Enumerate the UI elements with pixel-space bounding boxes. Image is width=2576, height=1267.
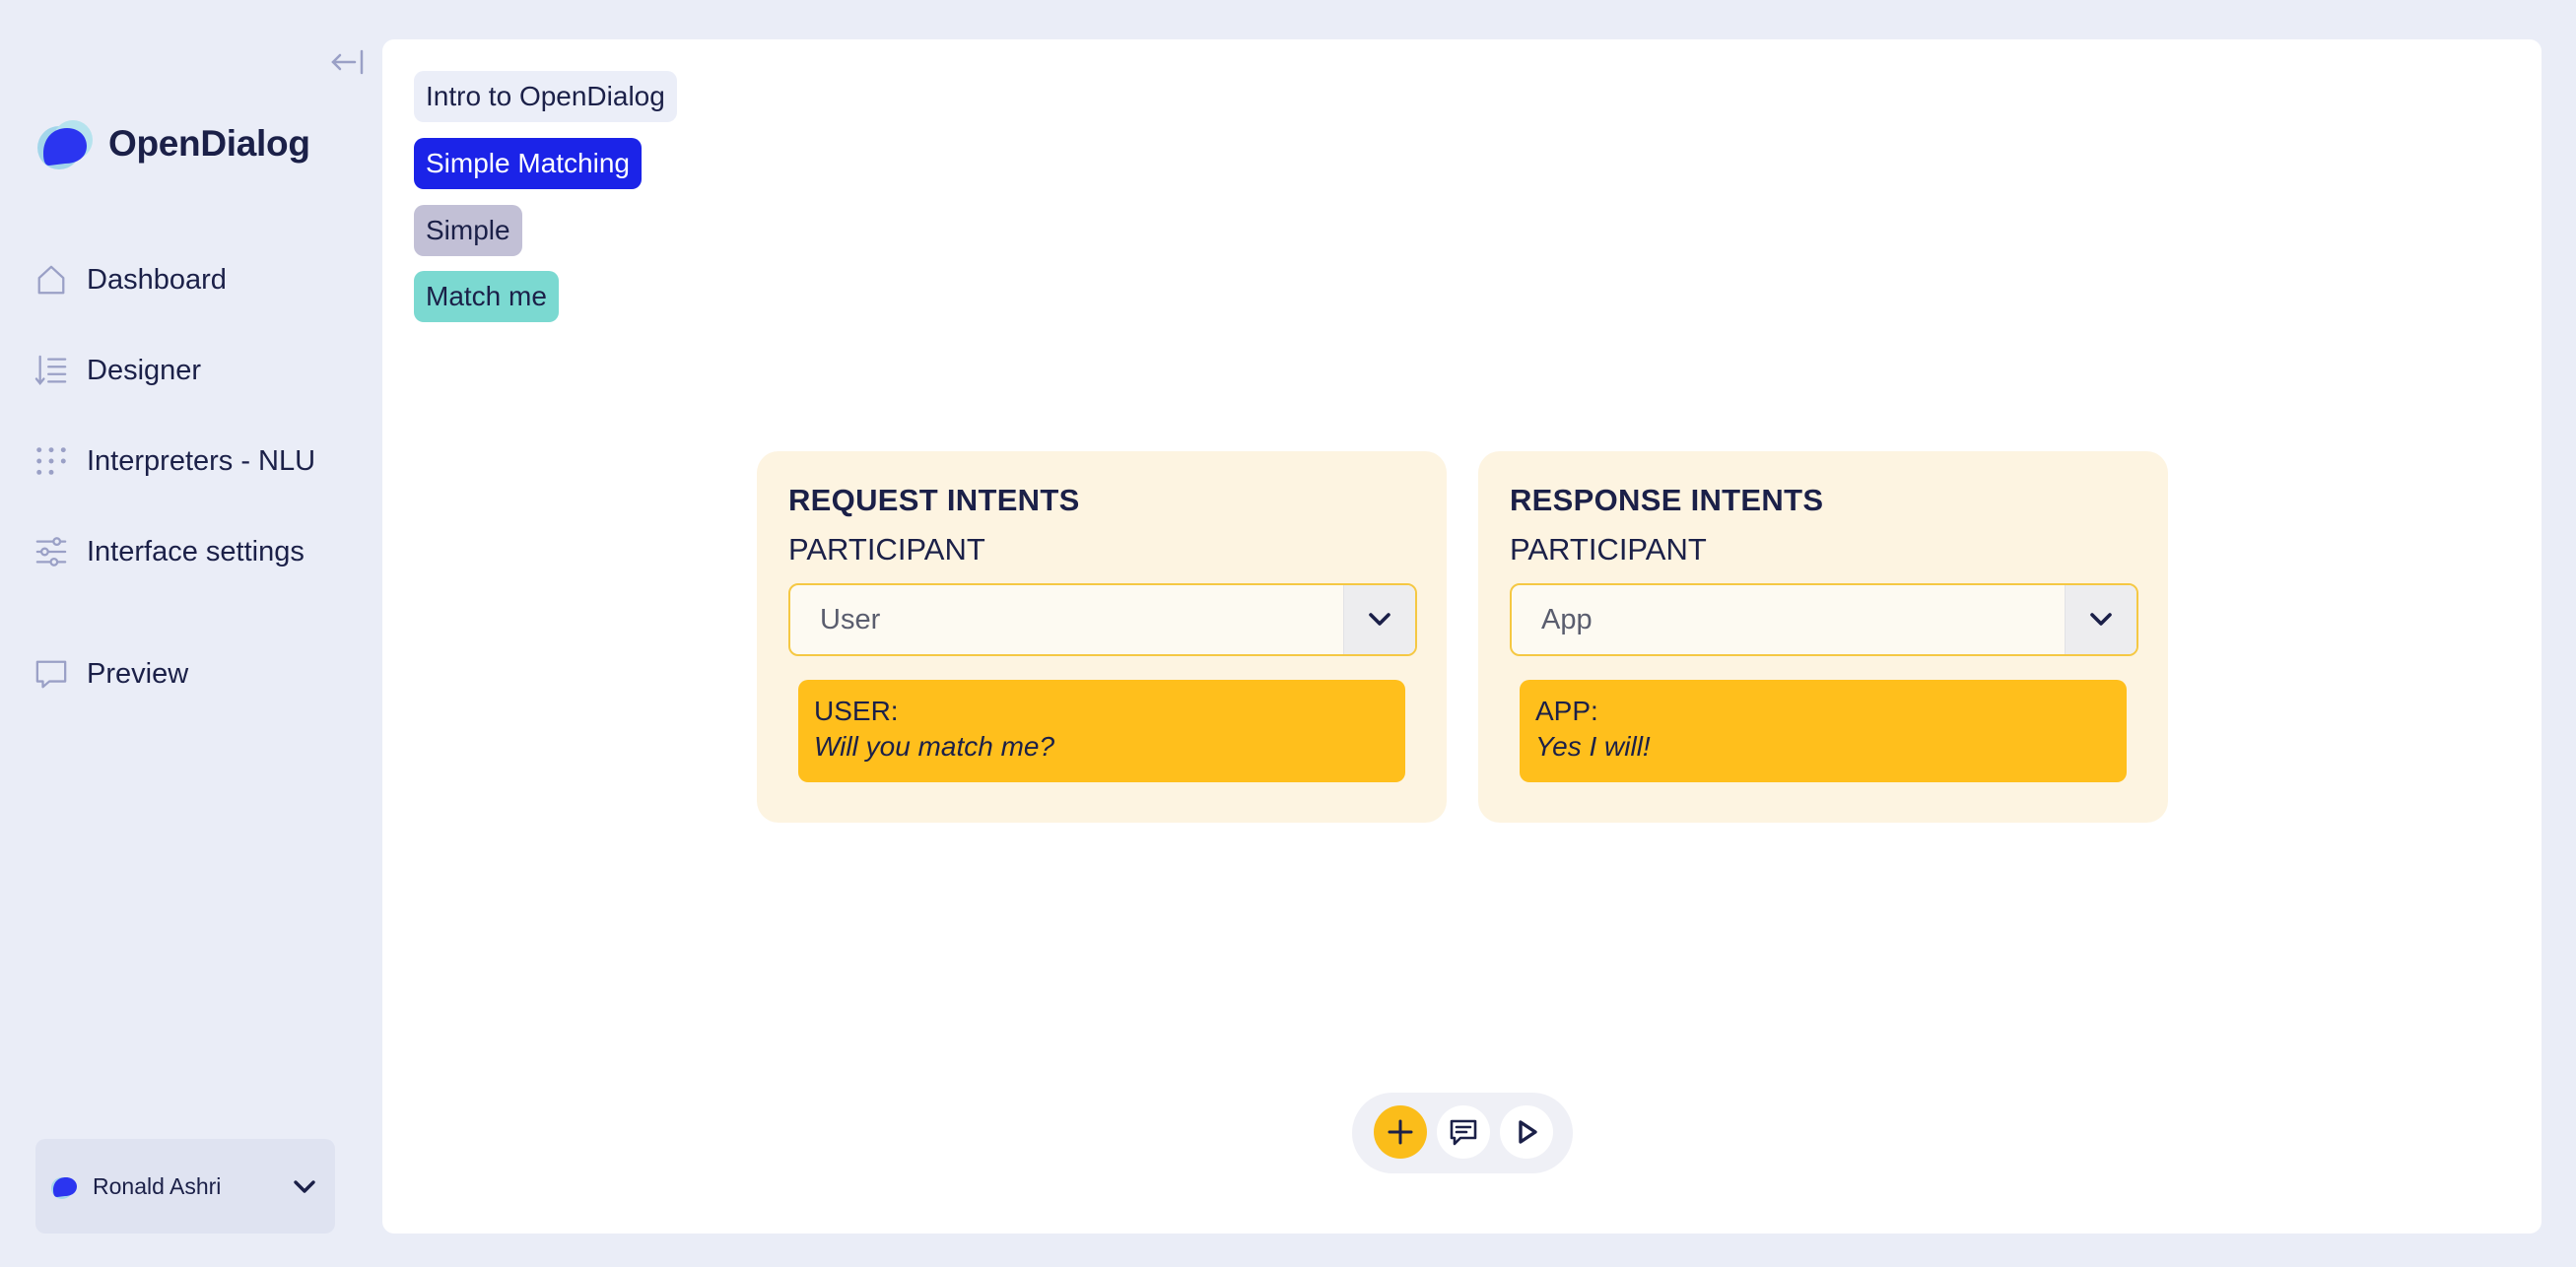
- sliders-icon: [34, 534, 69, 569]
- sidebar-item-dashboard[interactable]: Dashboard: [34, 250, 369, 309]
- select-dropdown-button[interactable]: [2065, 585, 2136, 654]
- designer-canvas: Intro to OpenDialog Simple Matching Simp…: [382, 39, 2542, 1234]
- collapse-sidebar-icon[interactable]: [327, 45, 367, 79]
- intent-text: Will you match me?: [814, 731, 1055, 762]
- sidebar: OpenDialog Dashboard Designer Interprete…: [0, 0, 382, 1267]
- user-menu[interactable]: Ronald Ashri: [35, 1139, 335, 1234]
- plus-icon: [1388, 1119, 1413, 1145]
- sidebar-item-label: Designer: [87, 354, 202, 386]
- sidebar-item-label: Dashboard: [87, 263, 227, 296]
- response-intents-card: RESPONSE INTENTS PARTICIPANT App APP: Ye…: [1478, 451, 2168, 823]
- response-participant-select[interactable]: App: [1510, 583, 2138, 656]
- play-button[interactable]: [1500, 1105, 1553, 1159]
- avatar: [51, 1177, 77, 1199]
- play-icon: [1519, 1120, 1537, 1144]
- turn-chip[interactable]: Match me: [414, 271, 559, 322]
- chevron-down-icon: [2090, 613, 2112, 626]
- home-icon: [34, 262, 69, 298]
- request-intents-card: REQUEST INTENTS PARTICIPANT User USER: W…: [757, 451, 1447, 823]
- comments-button[interactable]: [1437, 1105, 1490, 1159]
- sidebar-item-interface-settings[interactable]: Interface settings: [34, 522, 369, 581]
- sidebar-item-preview[interactable]: Preview: [34, 644, 369, 703]
- response-intent[interactable]: APP: Yes I will!: [1520, 680, 2127, 782]
- select-value: User: [820, 604, 881, 635]
- intent-speaker: USER:: [814, 696, 899, 726]
- user-name: Ronald Ashri: [93, 1172, 222, 1199]
- intent-speaker: APP:: [1535, 696, 1598, 726]
- floating-toolbar: [1352, 1093, 1573, 1173]
- select-value: App: [1541, 604, 1593, 635]
- sidebar-item-label: Interface settings: [87, 535, 305, 567]
- monitor-icon: [34, 656, 69, 692]
- request-participant-select[interactable]: User: [788, 583, 1417, 656]
- sidebar-item-designer[interactable]: Designer: [34, 341, 369, 400]
- sidebar-item-label: Preview: [87, 657, 189, 690]
- designer-icon: [34, 353, 69, 388]
- scene-chip[interactable]: Simple: [414, 205, 522, 256]
- dots-grid-icon: [34, 443, 69, 479]
- sidebar-item-label: Interpreters - NLU: [87, 444, 316, 477]
- response-intents-title: RESPONSE INTENTS: [1510, 483, 1824, 517]
- participant-label: PARTICIPANT: [1510, 532, 1707, 567]
- request-intents-title: REQUEST INTENTS: [788, 483, 1080, 517]
- brand-logo[interactable]: OpenDialog: [35, 112, 310, 175]
- chat-icon: [1450, 1119, 1477, 1146]
- sidebar-item-interpreters[interactable]: Interpreters - NLU: [34, 432, 369, 491]
- chevron-down-icon: [1369, 613, 1390, 626]
- intent-text: Yes I will!: [1535, 731, 1651, 762]
- add-button[interactable]: [1374, 1105, 1427, 1159]
- request-intent[interactable]: USER: Will you match me?: [798, 680, 1405, 782]
- scenario-chip[interactable]: Intro to OpenDialog: [414, 71, 677, 122]
- select-dropdown-button[interactable]: [1343, 585, 1415, 654]
- opendialog-logo-icon: [37, 120, 93, 169]
- conversation-chip[interactable]: Simple Matching: [414, 138, 642, 189]
- participant-label: PARTICIPANT: [788, 532, 985, 567]
- brand-name: OpenDialog: [108, 123, 310, 164]
- chevron-down-icon[interactable]: [290, 1171, 319, 1201]
